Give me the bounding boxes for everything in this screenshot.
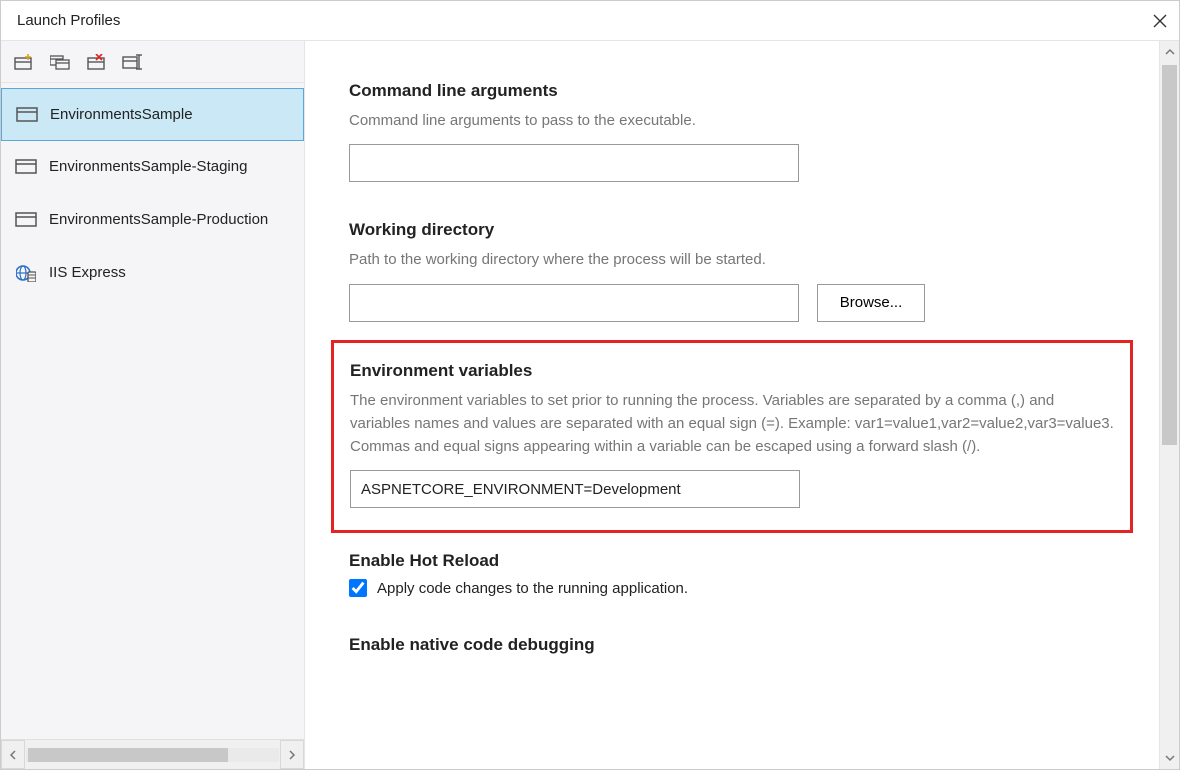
- scroll-track[interactable]: [1160, 63, 1179, 747]
- content-area: Command line arguments Command line argu…: [305, 41, 1159, 769]
- envvars-section: Environment variables The environment va…: [350, 361, 1114, 509]
- window-icon: [15, 212, 37, 228]
- profile-list: EnvironmentsSample EnvironmentsSample-St…: [1, 83, 304, 739]
- profile-label: IIS Express: [49, 264, 126, 281]
- section-title: Environment variables: [350, 361, 1114, 381]
- commandline-input[interactable]: [349, 144, 799, 182]
- envvars-input[interactable]: [350, 470, 800, 508]
- browse-button[interactable]: Browse...: [817, 284, 925, 322]
- duplicate-profile-icon[interactable]: [45, 49, 75, 75]
- window-icon: [16, 107, 38, 123]
- hotreload-label: Apply code changes to the running applic…: [377, 580, 688, 597]
- section-description: The environment variables to set prior t…: [350, 389, 1114, 459]
- scroll-left-icon[interactable]: [1, 740, 25, 769]
- profile-item[interactable]: IIS Express: [1, 246, 304, 299]
- profile-label: EnvironmentsSample-Production: [49, 211, 268, 228]
- commandline-section: Command line arguments Command line argu…: [349, 81, 1115, 182]
- section-description: Path to the working directory where the …: [349, 248, 1115, 271]
- envvars-highlight: Environment variables The environment va…: [331, 340, 1133, 534]
- profile-label: EnvironmentsSample-Staging: [49, 158, 247, 175]
- section-title: Enable native code debugging: [349, 635, 1115, 655]
- section-title: Working directory: [349, 220, 1115, 240]
- new-profile-icon[interactable]: [9, 49, 39, 75]
- scroll-track[interactable]: [26, 748, 279, 762]
- window-title: Launch Profiles: [17, 12, 1151, 29]
- workingdir-section: Working directory Path to the working di…: [349, 220, 1115, 321]
- scroll-down-icon[interactable]: [1160, 747, 1179, 769]
- profile-item[interactable]: EnvironmentsSample-Production: [1, 193, 304, 246]
- hotreload-section: Enable Hot Reload Apply code changes to …: [349, 551, 1115, 597]
- scroll-right-icon[interactable]: [280, 740, 304, 769]
- globe-icon: [15, 265, 37, 281]
- rename-profile-icon[interactable]: [117, 49, 147, 75]
- profile-item[interactable]: EnvironmentsSample: [1, 88, 304, 141]
- delete-profile-icon[interactable]: [81, 49, 111, 75]
- horizontal-scrollbar[interactable]: [1, 739, 304, 769]
- scroll-up-icon[interactable]: [1160, 41, 1179, 63]
- scroll-thumb[interactable]: [1162, 65, 1177, 445]
- section-description: Command line arguments to pass to the ex…: [349, 109, 1115, 132]
- close-icon[interactable]: [1151, 12, 1169, 30]
- hotreload-checkbox[interactable]: [349, 579, 367, 597]
- nativedebug-section: Enable native code debugging: [349, 635, 1115, 655]
- workingdir-input[interactable]: [349, 284, 799, 322]
- section-title: Enable Hot Reload: [349, 551, 1115, 571]
- profile-item[interactable]: EnvironmentsSample-Staging: [1, 140, 304, 193]
- section-title: Command line arguments: [349, 81, 1115, 101]
- sidebar-toolbar: [1, 41, 304, 83]
- window-icon: [15, 159, 37, 175]
- scroll-thumb[interactable]: [28, 748, 228, 762]
- profile-label: EnvironmentsSample: [50, 106, 193, 123]
- vertical-scrollbar[interactable]: [1159, 41, 1179, 769]
- dialog-body: EnvironmentsSample EnvironmentsSample-St…: [1, 41, 1179, 769]
- titlebar: Launch Profiles: [1, 1, 1179, 41]
- main-panel: Command line arguments Command line argu…: [305, 41, 1179, 769]
- sidebar: EnvironmentsSample EnvironmentsSample-St…: [1, 41, 305, 769]
